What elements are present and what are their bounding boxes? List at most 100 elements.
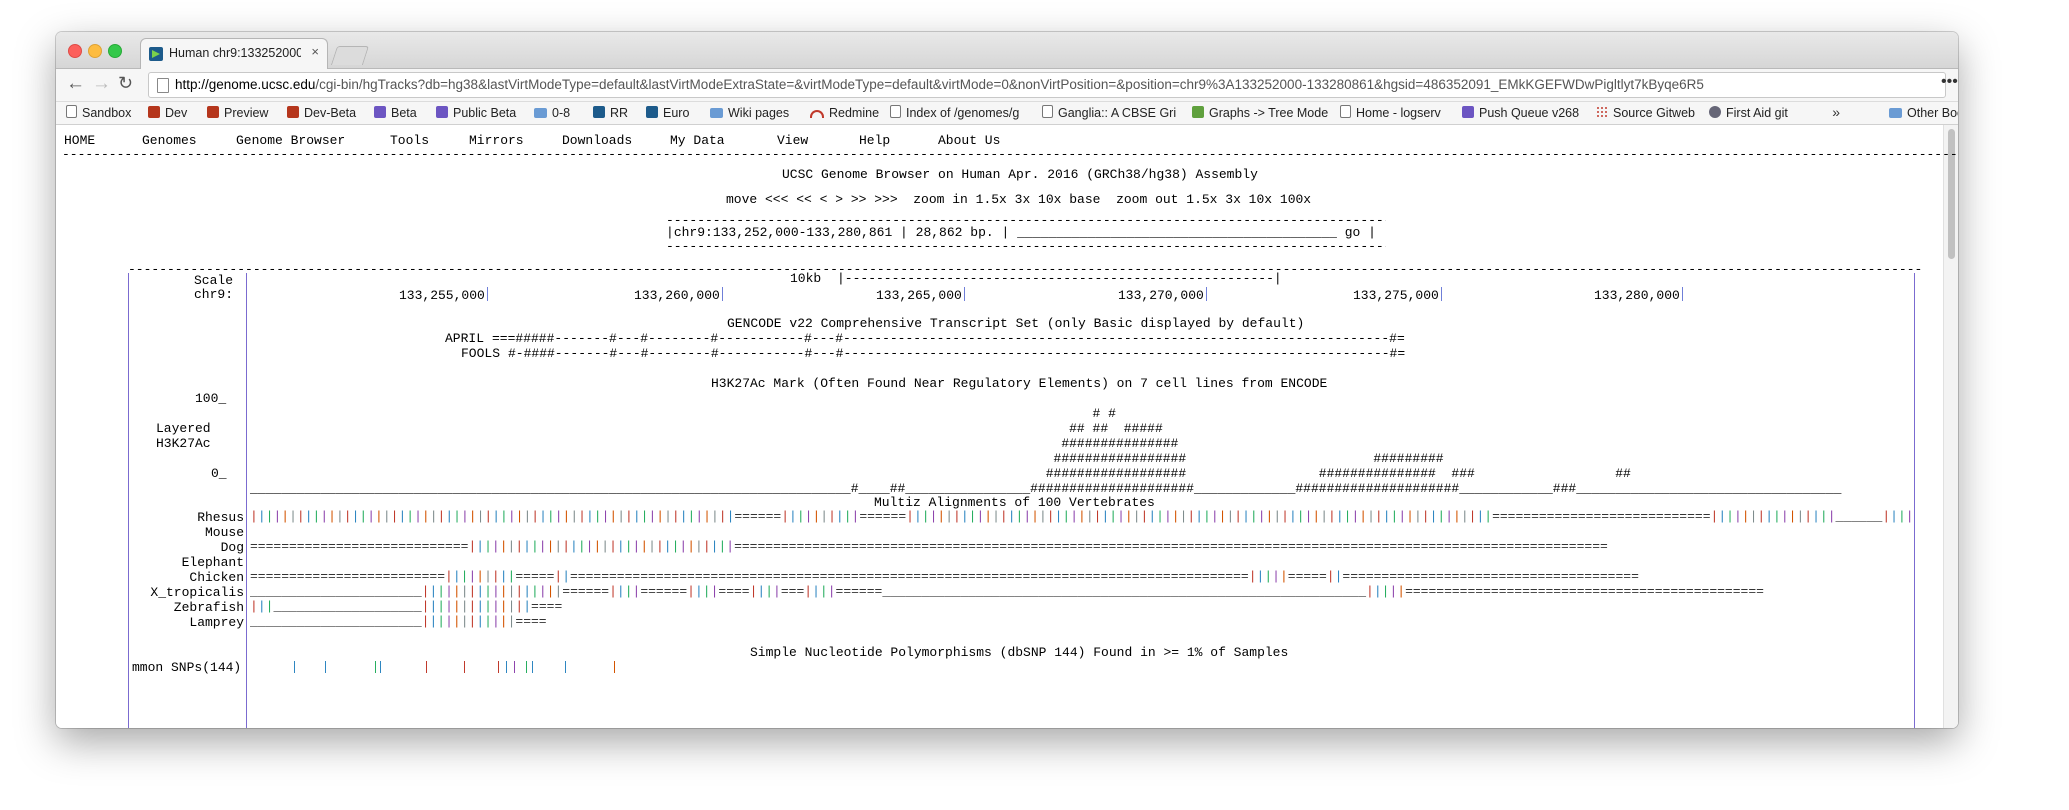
bookmark-index-of-genomes-g[interactable]: Index of /genomes/g	[890, 105, 1019, 121]
bookmark-push-queue-v268[interactable]: Push Queue v268	[1462, 105, 1579, 121]
position-box-bottom-border: ----------------------------------------…	[666, 242, 1386, 252]
snp-mark[interactable]	[380, 661, 381, 673]
bookmark-beta[interactable]: Beta	[374, 105, 417, 121]
other-bookmarks-folder[interactable]: Other Bookmarks	[1889, 105, 1958, 121]
chrom-tick-label: 133,270,000	[1118, 288, 1204, 303]
address-bar[interactable]: http://genome.ucsc.edu/cgi-bin/hgTracks?…	[148, 72, 1946, 98]
bookmark-label: Preview	[224, 106, 269, 120]
nav-home[interactable]: HOME	[64, 133, 95, 148]
nav-genome-browser[interactable]: Genome Browser	[236, 133, 345, 148]
bookmark-sandbox[interactable]: Sandbox	[66, 105, 131, 121]
position-text[interactable]: chr9:133,252,000-133,280,861	[674, 225, 892, 240]
back-arrow-icon[interactable]: ←	[66, 73, 85, 95]
nav-tools[interactable]: Tools	[390, 133, 429, 148]
alignment-row[interactable]: |||___________________||||||||||||||====	[250, 600, 1914, 614]
snp-mark[interactable]	[532, 661, 533, 673]
bookmarks-overflow-chevron-icon[interactable]: »	[1832, 104, 1840, 120]
h3k27ac-max-label: 100_	[195, 391, 227, 406]
menu-divider: ----------------------------------------…	[62, 150, 1958, 160]
snp-mark[interactable]	[464, 661, 465, 673]
alignment-row[interactable]: ============================||||||||||||…	[250, 540, 1914, 554]
bookmark-home-logserv[interactable]: Home - logserv	[1340, 105, 1441, 121]
bookmark-label: Dev	[165, 106, 188, 120]
bookmark-0-8[interactable]: 0-8	[534, 105, 570, 121]
close-window-button[interactable]	[68, 44, 82, 58]
h3k27ac-signal-plot[interactable]: # # ## ## ##### ############### ########…	[250, 406, 1841, 496]
bookmark-ganglia-a-cbse-gri[interactable]: Ganglia:: A CBSE Gri	[1042, 105, 1176, 121]
url-text: http://genome.ucsc.edu/cgi-bin/hgTracks?…	[175, 77, 1704, 92]
chrom-tick-label: 133,265,000	[876, 288, 962, 303]
page-actions-icon[interactable]: •••	[1941, 73, 1958, 91]
bookmark-public-beta[interactable]: Public Beta	[436, 105, 516, 121]
reload-icon[interactable]: ↻	[118, 73, 133, 94]
bookmark-label: 0-8	[552, 106, 571, 120]
browser-window: Human chr9:133252000-1 × ← → ↻ http://ge…	[56, 32, 1958, 728]
tab-close-icon[interactable]: ×	[311, 44, 319, 59]
bookmark-dev[interactable]: Dev	[148, 105, 187, 121]
chrom-label: chr9:	[194, 287, 234, 302]
snp-mark[interactable]	[325, 661, 326, 673]
go-button[interactable]: go	[1345, 225, 1361, 240]
chrom-tick-mark	[722, 287, 723, 301]
tab-strip: Human chr9:133252000-1 ×	[56, 32, 1958, 69]
alignment-row[interactable]: ______________________||||||||||||||||||…	[250, 585, 1914, 599]
nav-view[interactable]: View	[777, 133, 808, 148]
snp-track-title[interactable]: Simple Nucleotide Polymorphisms (dbSNP 1…	[750, 645, 1288, 660]
scrollbar-thumb[interactable]	[1948, 129, 1955, 259]
nav-about-us[interactable]: About Us	[938, 133, 1000, 148]
nav-my-data[interactable]: My Data	[670, 133, 725, 148]
nav-downloads[interactable]: Downloads	[562, 133, 632, 148]
snp-mark[interactable]	[506, 661, 507, 673]
nav-genomes[interactable]: Genomes	[142, 133, 197, 148]
gencode-track-title[interactable]: GENCODE v22 Comprehensive Transcript Set…	[727, 316, 1304, 331]
bookmark-preview[interactable]: Preview	[207, 105, 268, 121]
bookmarks-bar: » Other Bookmarks Sandbox Dev Preview Dev-B…	[56, 102, 1958, 125]
gene-fools-model[interactable]: #-####-------#---#--------#-----------#-…	[508, 346, 1405, 361]
new-tab-button[interactable]	[330, 46, 370, 65]
snp-mark[interactable]	[426, 661, 427, 673]
snp-mark[interactable]	[514, 661, 515, 673]
alignment-row[interactable]: ||||||||||||||||||||||||||||||||||||||||…	[250, 510, 1914, 524]
ganglia-icon	[1192, 106, 1204, 118]
nav-mirrors[interactable]: Mirrors	[469, 133, 524, 148]
folder-icon	[710, 108, 723, 118]
h3k27ac-track-title[interactable]: H3K27Ac Mark (Often Found Near Regulator…	[711, 376, 1327, 391]
beta-icon	[374, 106, 386, 118]
snp-mark[interactable]	[375, 661, 376, 673]
snp-mark[interactable]	[614, 661, 615, 673]
nav-help[interactable]: Help	[859, 133, 890, 148]
bookmark-graphs-tree-mode[interactable]: Graphs -> Tree Mode	[1192, 105, 1328, 121]
multiz-track-title[interactable]: Multiz Alignments of 100 Vertebrates	[874, 495, 1155, 510]
bookmark-euro[interactable]: Euro	[646, 105, 689, 121]
gene-april-model[interactable]: ===#####-------#---#--------#-----------…	[492, 331, 1405, 346]
bookmark-source-gitweb[interactable]: Source Gitweb	[1596, 105, 1695, 121]
gene-april-label[interactable]: APRIL	[445, 331, 484, 346]
bookmark-first-aid-git[interactable]: First Aid git	[1709, 105, 1788, 121]
alignment-row[interactable]: ______________________||||||||||||====	[250, 615, 1914, 629]
page-info-icon[interactable]	[157, 78, 169, 93]
maximize-window-button[interactable]	[108, 44, 122, 58]
snp-mark[interactable]	[498, 661, 499, 673]
bookmark-label: First Aid git	[1726, 106, 1788, 120]
browser-tab[interactable]: Human chr9:133252000-1 ×	[140, 38, 328, 69]
forward-arrow-icon[interactable]: →	[92, 73, 111, 95]
bookmark-redmine[interactable]: Redmine	[810, 105, 879, 121]
bookmark-rr[interactable]: RR	[593, 105, 628, 121]
species-label: Zebrafish	[173, 600, 245, 615]
bookmark-label: Source Gitweb	[1613, 106, 1695, 120]
minimize-window-button[interactable]	[88, 44, 102, 58]
snp-mark[interactable]	[294, 661, 295, 673]
snp-mark[interactable]	[565, 661, 566, 673]
navigation-controls[interactable]: move <<< << < > >> >>> zoom in 1.5x 3x 1…	[726, 192, 1311, 207]
scale-bar: |---------------------------------------…	[837, 271, 1282, 286]
position-input[interactable]: ________________________________________…	[1017, 225, 1337, 240]
position-box: |chr9:133,252,000-133,280,861 | 28,862 b…	[666, 225, 1376, 240]
vertical-scrollbar[interactable]	[1943, 125, 1958, 728]
folder-icon	[534, 108, 547, 118]
snp-mark[interactable]	[526, 661, 527, 673]
bookmark-dev-beta[interactable]: Dev-Beta	[287, 105, 356, 121]
gene-fools-label[interactable]: FOOLS	[461, 346, 500, 361]
alignment-row[interactable]: =========================|||||||||=====|…	[250, 570, 1914, 584]
bookmark-wiki-pages[interactable]: Wiki pages	[710, 105, 789, 121]
bookmark-label: Public Beta	[453, 106, 517, 120]
